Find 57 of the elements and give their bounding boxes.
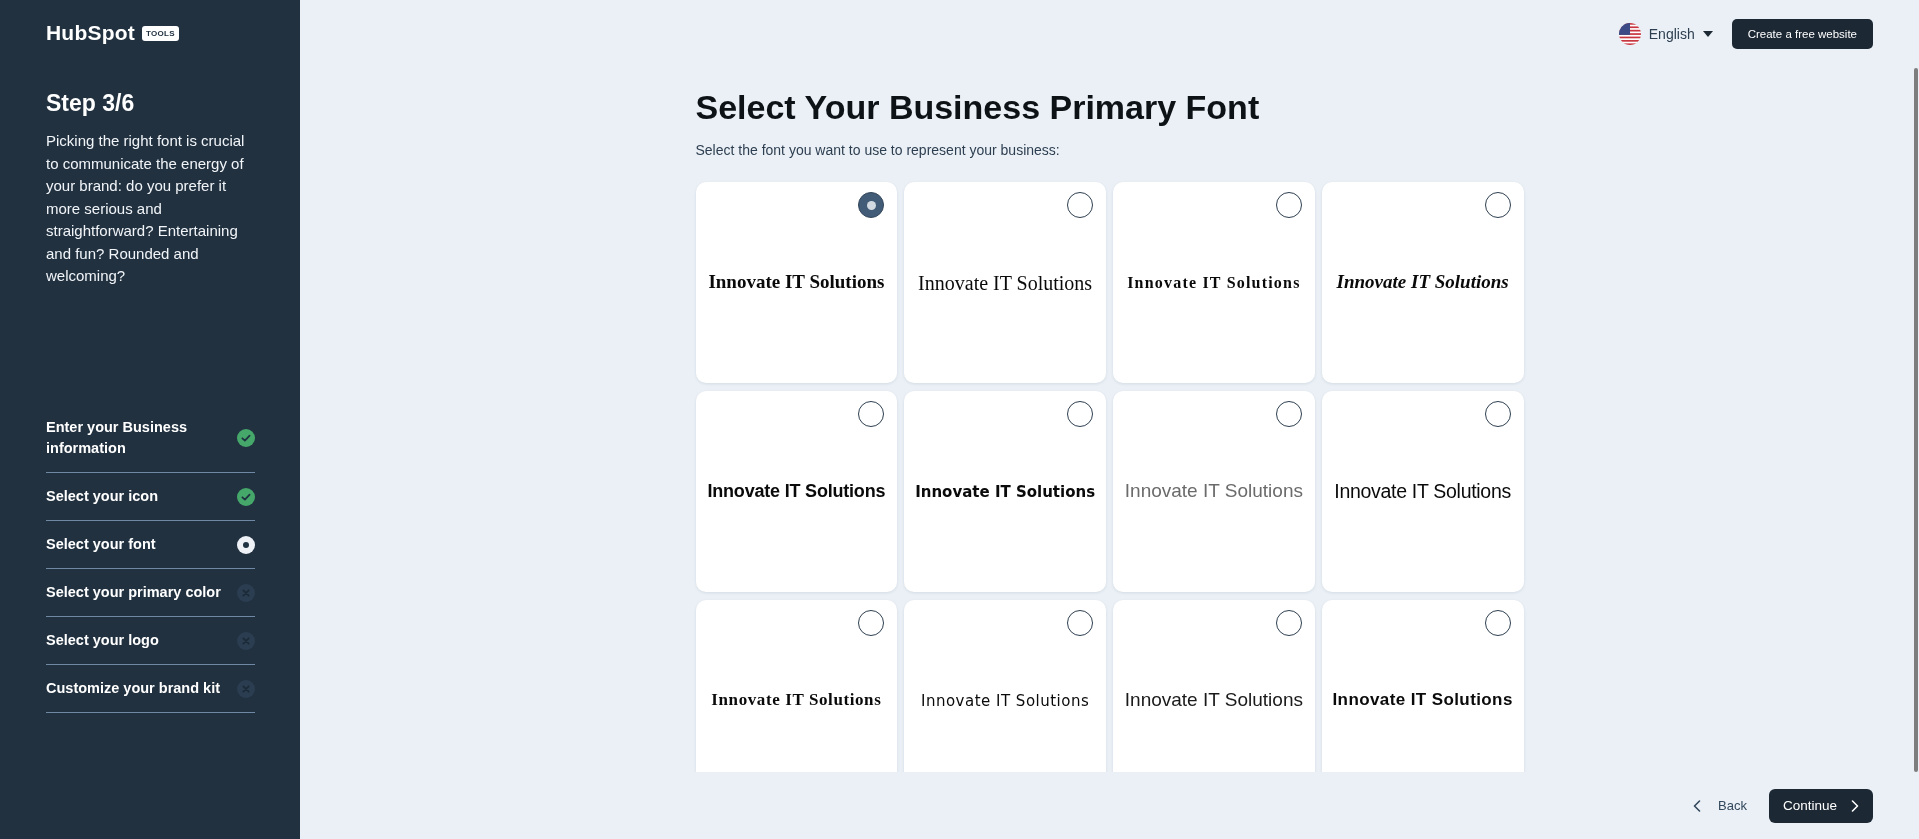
radio-button[interactable] — [1484, 401, 1511, 427]
font-option-card[interactable]: Innovate IT Solutions — [904, 391, 1106, 592]
radio-button[interactable] — [1275, 610, 1302, 636]
radio-button[interactable] — [1484, 610, 1511, 636]
font-option-card[interactable]: Innovate IT Solutions — [904, 600, 1106, 772]
step-label: Select your font — [46, 535, 157, 554]
caret-icon — [1702, 30, 1713, 37]
font-sample: Innovate IT Solutions — [711, 690, 882, 711]
font-sample: Innovate IT Solutions — [707, 480, 886, 503]
flag-icon — [1618, 22, 1641, 45]
font-option-card[interactable]: Innovate IT Solutions — [1113, 182, 1315, 383]
step-label: Enter your Business information — [46, 418, 188, 458]
font-option-card[interactable]: Innovate IT Solutions — [695, 182, 898, 383]
font-sample: Innovate IT Solutions — [918, 270, 1093, 295]
font-sample: Innovate IT Solutions — [1334, 479, 1511, 504]
font-sample: Innovate IT Solutions — [708, 271, 885, 294]
page-subtitle: Select the font you want to use to represent your business: — [695, 141, 1061, 160]
back-button[interactable]: Back — [1693, 798, 1747, 813]
radio-button[interactable] — [858, 610, 885, 636]
radio-button[interactable] — [1067, 610, 1093, 636]
font-sample: Innovate IT Solutions — [920, 691, 1090, 710]
radio-button[interactable] — [1484, 192, 1511, 218]
font-option-card[interactable]: Innovate IT Solutions — [1321, 600, 1524, 772]
font-option-card[interactable]: Innovate IT Solutions — [904, 182, 1106, 383]
radio-button[interactable] — [1275, 192, 1302, 218]
radio-button[interactable] — [858, 401, 885, 427]
step-label: Select your icon — [46, 487, 159, 506]
radio-button[interactable] — [858, 192, 885, 218]
font-sample: Innovate IT Solutions — [1124, 480, 1303, 503]
font-sample: Innovate IT Solutions — [1124, 689, 1303, 712]
font-sample: Innovate IT Solutions — [1127, 272, 1301, 293]
step-description: Picking the right font is crucial to communicate the energy of your brand: do you prefer it more serious and straightforward? Entertaining and fun? Rounded and welcoming? — [46, 131, 246, 286]
font-option-card[interactable]: Innovate IT Solutions — [1321, 391, 1524, 592]
font-option-card[interactable]: Innovate IT Solutions — [695, 600, 898, 772]
font-option-card[interactable]: Innovate IT Solutions — [695, 391, 898, 592]
step-label: Select your primary color — [46, 583, 222, 602]
logo-text: HubSpot — [46, 21, 135, 45]
font-sample: Innovate IT Solutions — [915, 482, 1096, 501]
chevron-right-icon — [1851, 799, 1859, 812]
language-selector[interactable]: English — [1618, 22, 1713, 45]
logo-tag: TOOLS — [141, 25, 179, 41]
page-title: Select Your Business Primary Font — [695, 87, 1261, 127]
continue-button[interactable]: Continue — [1768, 788, 1873, 823]
scrollbar-thumb[interactable] — [1914, 68, 1918, 772]
font-sample: Innovate IT Solutions — [1336, 271, 1509, 294]
step-title: Step 3/6 — [46, 89, 136, 117]
step-label: Select your logo — [46, 631, 160, 650]
font-sample: Innovate IT Solutions — [1332, 690, 1513, 711]
font-option-card[interactable]: Innovate IT Solutions — [1113, 600, 1315, 772]
font-option-card[interactable]: Innovate IT Solutions — [1113, 391, 1315, 592]
radio-button[interactable] — [1275, 401, 1302, 427]
radio-button[interactable] — [1067, 192, 1093, 218]
font-option-card[interactable]: Innovate IT Solutions — [1321, 182, 1524, 383]
create-website-button[interactable]: Create a free website — [1731, 18, 1873, 49]
step-label: Customize your brand kit — [46, 679, 222, 698]
radio-button[interactable] — [1067, 401, 1093, 427]
chevron-left-icon — [1693, 799, 1702, 812]
